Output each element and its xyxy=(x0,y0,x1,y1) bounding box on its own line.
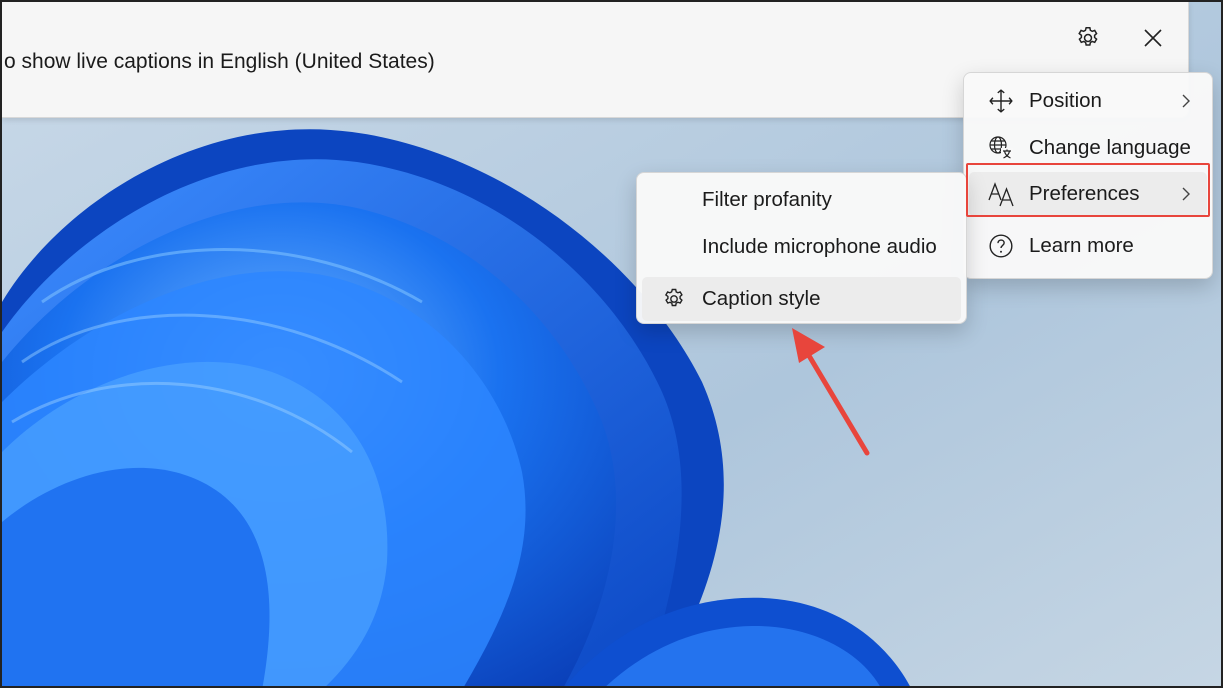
menu-item-label: Filter profanity xyxy=(702,188,832,211)
gear-icon xyxy=(1078,26,1098,46)
language-icon xyxy=(987,134,1015,162)
menu-item-preferences[interactable]: Preferences xyxy=(969,172,1207,216)
close-button[interactable] xyxy=(1135,20,1171,56)
menu-item-label: Include microphone audio xyxy=(702,235,937,258)
settings-menu: Position Change language Preferences Lea… xyxy=(963,72,1213,279)
menu-item-label: Position xyxy=(1029,89,1102,112)
help-circle-icon xyxy=(987,232,1015,260)
chevron-right-icon xyxy=(1182,94,1190,108)
settings-button[interactable] xyxy=(1070,20,1106,56)
menu-item-learn-more[interactable]: Learn more xyxy=(969,224,1207,268)
menu-item-position[interactable]: Position xyxy=(969,79,1207,123)
menu-item-label: Preferences xyxy=(1029,182,1140,205)
close-icon xyxy=(1144,29,1162,47)
menu-item-caption-style[interactable]: Caption style xyxy=(642,277,961,321)
menu-item-label: Change language xyxy=(1029,136,1191,159)
chevron-right-icon xyxy=(1182,187,1190,201)
move-arrows-icon xyxy=(987,87,1015,115)
font-size-icon xyxy=(987,180,1015,208)
menu-item-label: Learn more xyxy=(1029,234,1134,257)
preferences-submenu: Filter profanity Include microphone audi… xyxy=(636,172,967,324)
menu-item-include-microphone-audio[interactable]: Include microphone audio xyxy=(642,225,961,269)
caption-text: o show live captions in English (United … xyxy=(4,50,435,73)
menu-item-filter-profanity[interactable]: Filter profanity xyxy=(642,178,961,222)
screenshot-frame: o show live captions in English (United … xyxy=(0,0,1223,688)
menu-item-change-language[interactable]: Change language xyxy=(969,126,1207,170)
menu-item-label: Caption style xyxy=(702,287,821,310)
gear-icon xyxy=(660,285,688,313)
